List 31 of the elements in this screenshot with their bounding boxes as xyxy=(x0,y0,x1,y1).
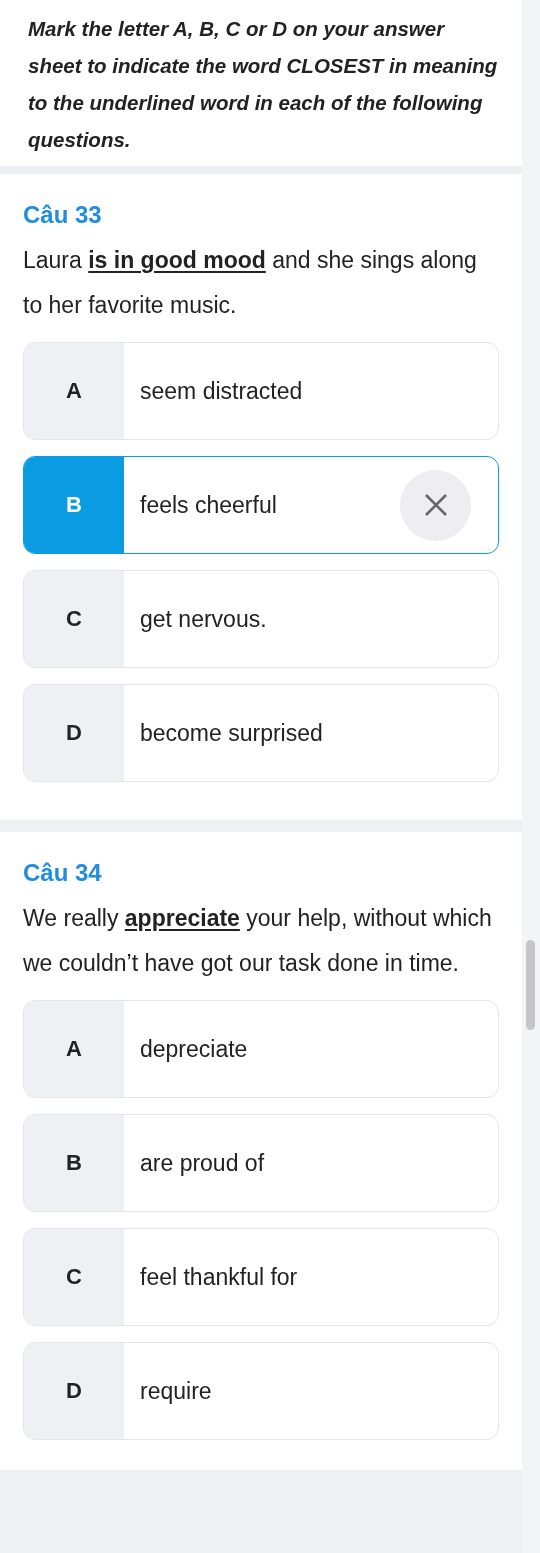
scrollbar-thumb[interactable] xyxy=(526,940,535,1030)
answer-option[interactable]: C feel thankful for xyxy=(23,1228,499,1326)
option-text: seem distracted xyxy=(139,377,304,405)
answer-option[interactable]: D become surprised xyxy=(23,684,499,782)
question-text: Laura is in good mood and she sings along to her favorite music. xyxy=(23,246,478,320)
option-letter: D xyxy=(24,1343,124,1439)
option-letter: D xyxy=(24,685,124,781)
answer-option[interactable]: B are proud of xyxy=(23,1114,499,1212)
option-text: become surprised xyxy=(139,719,324,747)
instruction-text: Mark the letter A, B, C or D on your answer sheet to indicate the word CLOSEST in meaning to the underlined word in each of the following questions. xyxy=(28,16,499,153)
close-icon xyxy=(422,492,449,518)
question-number: Câu 33 xyxy=(23,200,103,230)
option-text: depreciate xyxy=(139,1035,249,1063)
question-number: Câu 34 xyxy=(23,858,103,888)
option-text: are proud of xyxy=(139,1149,266,1177)
answer-option[interactable]: D require xyxy=(23,1342,499,1440)
answer-option[interactable]: A seem distracted xyxy=(23,342,499,440)
option-text: feel thankful for xyxy=(139,1263,299,1291)
option-text: require xyxy=(139,1377,213,1405)
option-text: feels cheerful xyxy=(139,491,278,519)
option-text: get nervous. xyxy=(139,605,268,633)
answer-option[interactable]: A depreciate xyxy=(23,1000,499,1098)
option-letter: A xyxy=(24,343,124,439)
option-letter: B xyxy=(24,457,124,553)
question-text: We really appreciate your help, without which we couldn’t have got our task done in time. xyxy=(23,904,493,978)
option-letter: B xyxy=(24,1115,124,1211)
answer-option[interactable]: B feels cheerful xyxy=(23,456,499,554)
answer-option[interactable]: C get nervous. xyxy=(23,570,499,668)
option-letter: C xyxy=(24,571,124,667)
option-letter: A xyxy=(24,1001,124,1097)
option-letter: C xyxy=(24,1229,124,1325)
